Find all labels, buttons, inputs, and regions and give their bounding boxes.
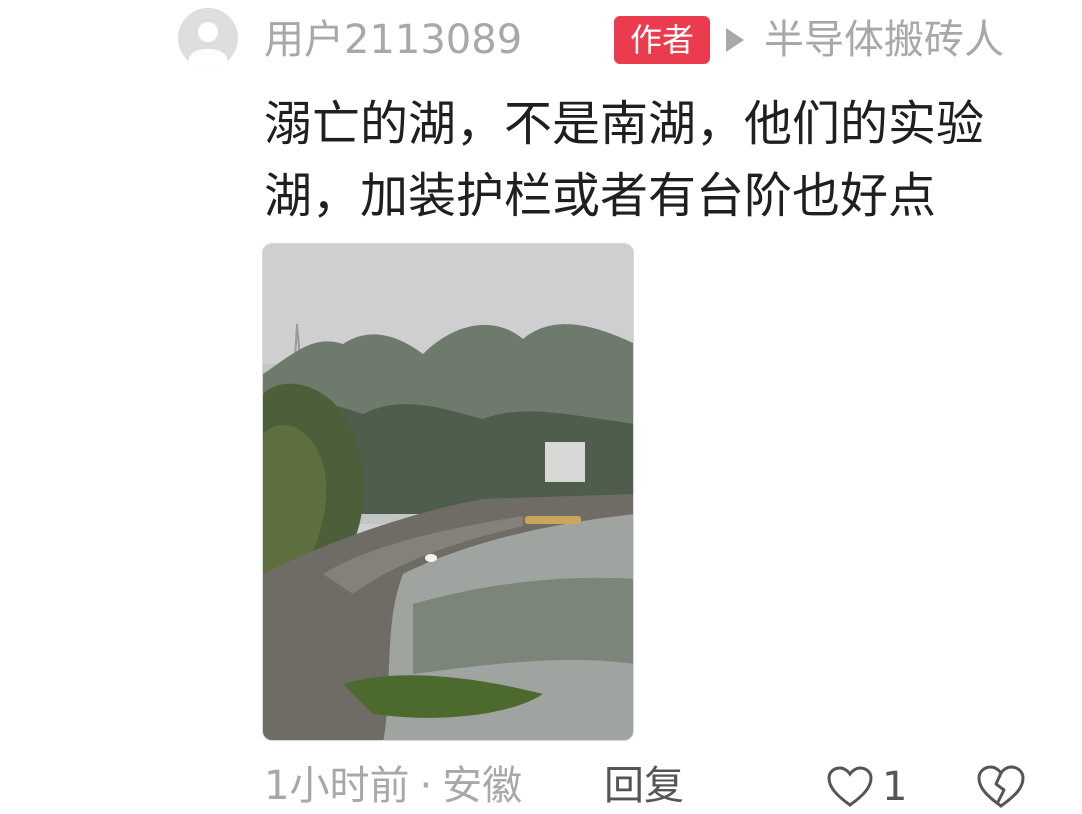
comment-meta: 1小时前 · 安徽 — [264, 758, 522, 814]
comment-time: 1小时前 — [264, 763, 410, 809]
reply-button[interactable]: 回复 — [604, 758, 684, 814]
avatar[interactable] — [178, 8, 238, 68]
broken-heart-icon — [977, 765, 1025, 808]
lake-photo-icon — [263, 244, 633, 740]
dislike-button[interactable] — [976, 764, 1026, 810]
username[interactable]: 用户2113089 — [264, 14, 522, 66]
comment-location: 安徽 — [442, 763, 523, 809]
comment-image[interactable] — [262, 243, 634, 741]
comment-item: 用户2113089 作者 半导体搬砖人 溺亡的湖，不是南湖，他们的实验湖，加装护… — [0, 0, 1082, 811]
meta-separator: · — [419, 763, 433, 809]
author-badge: 作者 — [614, 16, 710, 64]
default-user-avatar-icon — [178, 8, 238, 68]
comment-text: 溺亡的湖，不是南湖，他们的实验湖，加装护栏或者有台阶也好点 — [264, 96, 985, 224]
like-count: 1 — [882, 764, 908, 810]
triangle-right-icon — [726, 28, 744, 52]
like-button[interactable]: 1 — [826, 762, 907, 812]
reply-to-username[interactable]: 半导体搬砖人 — [764, 14, 1004, 66]
heart-outline-icon — [827, 766, 873, 807]
